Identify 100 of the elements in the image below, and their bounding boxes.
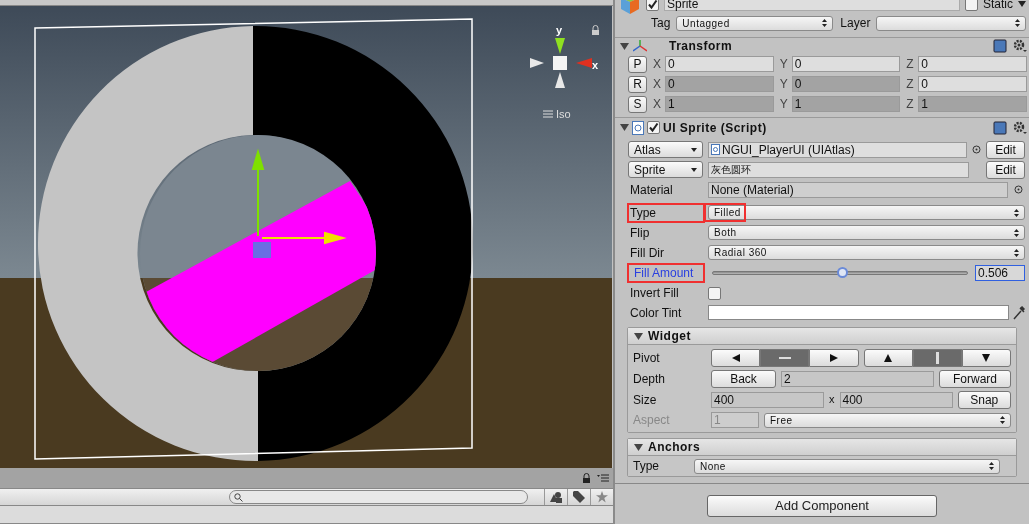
snap-button[interactable]: Snap [957, 390, 1011, 409]
search-field[interactable] [229, 490, 528, 504]
back-button[interactable]: Back [711, 369, 776, 388]
object-picker-icon[interactable] [1014, 185, 1023, 194]
axis-label: X [653, 96, 661, 113]
enum-dropdown[interactable]: Radial 360 [708, 245, 1025, 260]
sprite-button[interactable]: Sprite [628, 161, 703, 178]
menu-icon[interactable] [597, 474, 609, 482]
field-label: Fill Amount [633, 266, 694, 280]
reset-button[interactable]: P [628, 55, 647, 73]
eyedropper-icon[interactable] [1013, 305, 1025, 320]
section-header[interactable]: Anchors [628, 439, 1016, 456]
layer-dropdown[interactable] [876, 15, 1026, 31]
axis-label: Y [779, 56, 788, 73]
axis-label: Y [779, 96, 788, 113]
number-field[interactable]: 0 [918, 56, 1027, 72]
field-label: Flip [630, 225, 650, 240]
help-book-icon[interactable] [993, 39, 1007, 53]
settings-icon[interactable] [1013, 39, 1027, 53]
section-title: Widget [648, 328, 691, 345]
static-label: Static [983, 0, 1013, 10]
pivot-button[interactable] [863, 348, 913, 367]
axis-label: y [556, 23, 563, 38]
caret-down-icon [691, 147, 697, 152]
foldout-arrow-icon[interactable] [634, 442, 643, 452]
updown-caret-icon [1014, 208, 1019, 217]
reset-button[interactable]: R [628, 75, 647, 93]
number-field[interactable]: 0 [918, 76, 1027, 92]
vertical-bar-icon [935, 351, 939, 364]
triangle-left-icon [731, 353, 740, 362]
menu-icon [543, 110, 553, 119]
number-field[interactable]: 1 [665, 96, 774, 112]
triangle-up-icon [884, 353, 893, 362]
updown-caret-icon [1015, 19, 1020, 27]
times-label: x [829, 392, 835, 408]
section-title: Anchors [648, 439, 701, 456]
projection-toggle[interactable]: Iso [543, 106, 571, 123]
star-icon[interactable] [596, 491, 608, 503]
updown-caret-icon [1000, 416, 1005, 424]
number-field[interactable]: 0 [791, 76, 901, 92]
foldout-arrow-icon[interactable] [620, 41, 629, 51]
field-label: Color Tint [629, 304, 683, 322]
field-label: Material [629, 181, 674, 199]
pivot-button[interactable] [711, 348, 761, 367]
foldout-arrow-icon[interactable] [620, 123, 629, 132]
object-field[interactable]: NGUI_PlayerUI (UIAtlas) [708, 141, 967, 158]
slider-thumb[interactable] [836, 267, 848, 278]
pivot-button[interactable] [809, 348, 859, 367]
active-checkbox[interactable] [646, 0, 659, 11]
script-icon [711, 144, 720, 155]
pivot-button[interactable] [961, 348, 1011, 367]
enum-dropdown[interactable]: Both [708, 225, 1025, 240]
axis-label: Z [906, 96, 915, 113]
field-label: Invert Fill [629, 285, 680, 302]
axis-label: Y [779, 76, 788, 93]
script-icon [632, 120, 644, 135]
tag-dropdown[interactable]: Untagged [676, 15, 834, 31]
updown-caret-icon [822, 19, 828, 27]
axes-icon [633, 40, 647, 52]
number-field[interactable]: 0 [665, 56, 774, 72]
number-field[interactable]: 1 [918, 96, 1027, 112]
field-label: Type [633, 458, 660, 475]
anchor-type-dropdown[interactable]: None [694, 458, 1000, 474]
number-field[interactable]: 0 [665, 76, 774, 92]
shapes-filter-icon[interactable] [550, 491, 562, 503]
add-component-button[interactable]: Add Component [707, 495, 937, 517]
horizontal-bar-icon [778, 356, 791, 359]
object-picker-icon[interactable] [972, 145, 981, 154]
reset-button[interactable]: S [628, 95, 647, 113]
number-field[interactable]: 0 [791, 56, 901, 72]
enabled-checkbox[interactable] [647, 121, 660, 134]
cube-icon [619, 0, 641, 14]
updown-caret-icon [1014, 248, 1019, 257]
static-checkbox[interactable] [965, 0, 978, 11]
number-field[interactable]: 2 [781, 370, 934, 387]
field-label: Type [630, 205, 656, 220]
number-field[interactable]: 400 [839, 391, 953, 408]
search-icon [234, 492, 243, 502]
help-book-icon[interactable] [993, 120, 1007, 135]
number-field[interactable]: 400 [711, 391, 824, 408]
edit-button[interactable]: Edit [986, 140, 1025, 159]
number-field[interactable]: 0.506 [975, 265, 1025, 281]
enum-dropdown[interactable]: Filled [708, 205, 1025, 220]
invert-checkbox[interactable] [708, 286, 721, 300]
name-field[interactable]: Sprite [664, 0, 960, 11]
number-field[interactable]: 1 [791, 96, 901, 112]
settings-icon[interactable] [1013, 120, 1027, 135]
forward-button[interactable]: Forward [939, 369, 1011, 388]
caret-down-icon[interactable] [1018, 1, 1026, 7]
tag-icon[interactable] [573, 491, 585, 503]
lock-icon[interactable] [591, 25, 600, 35]
lock-icon[interactable] [582, 473, 591, 483]
object-field[interactable]: 灰色圆环 [708, 161, 969, 178]
foldout-arrow-icon[interactable] [634, 331, 643, 341]
material-field[interactable]: None (Material) [708, 181, 1008, 198]
field-label: Aspect [633, 412, 671, 429]
atlas-button[interactable]: Atlas [628, 141, 703, 158]
edit-button[interactable]: Edit [986, 160, 1025, 179]
color-field[interactable] [708, 305, 1009, 320]
section-header[interactable]: Widget [628, 328, 1016, 345]
